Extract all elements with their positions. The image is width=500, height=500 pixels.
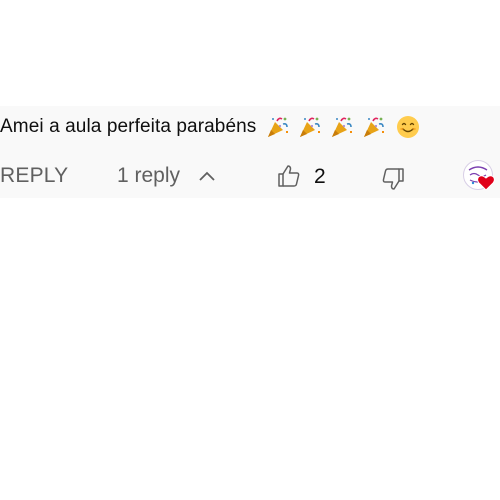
replies-count: 1 reply xyxy=(117,164,181,187)
heart-icon xyxy=(477,175,495,191)
party-popper-icon xyxy=(364,117,385,137)
smiling-face-icon xyxy=(397,116,420,138)
chevron-up-icon xyxy=(199,171,215,181)
reply-button[interactable]: REPLY xyxy=(0,164,68,188)
thumbs-up-icon[interactable] xyxy=(276,163,302,189)
comment-page: Amei a aula perfeita parabéns REPLY 1 re… xyxy=(0,0,500,500)
like-count: 2 xyxy=(314,165,326,188)
comment-action-bar: REPLY 1 reply 2 xyxy=(0,160,500,196)
party-popper-icon xyxy=(300,117,321,137)
creator-heart xyxy=(463,160,497,194)
thumbs-down-icon[interactable] xyxy=(380,166,406,192)
party-popper-icon xyxy=(332,117,353,137)
comment-body: Amei a aula perfeita parabéns xyxy=(0,113,420,141)
emoji-row xyxy=(266,115,420,139)
party-popper-icon xyxy=(268,117,289,137)
comment-text: Amei a aula perfeita parabéns xyxy=(0,116,257,137)
replies-toggle[interactable]: 1 reply xyxy=(117,164,216,188)
